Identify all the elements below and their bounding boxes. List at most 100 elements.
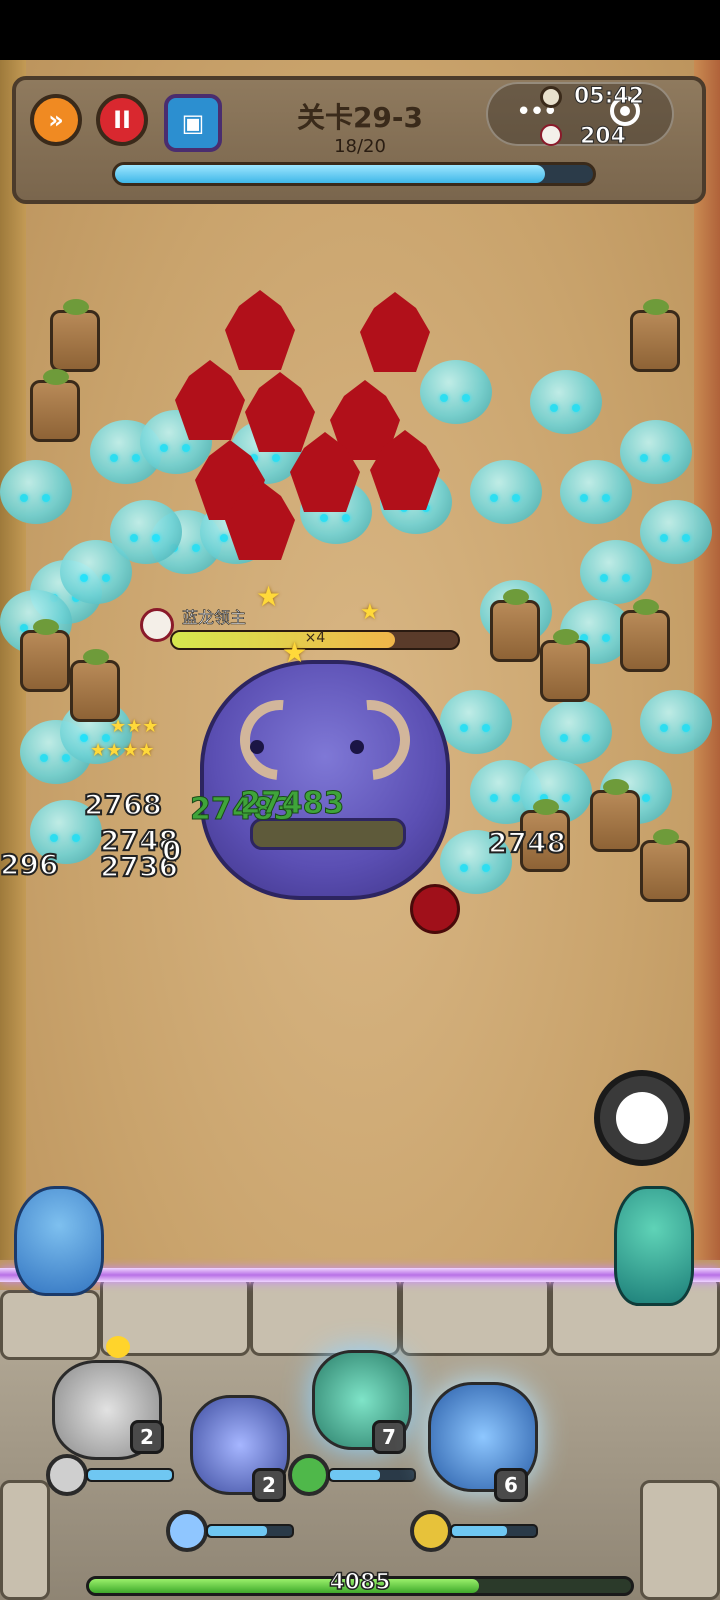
enemy-eye xyxy=(110,454,118,462)
enemy-eye xyxy=(580,494,588,502)
slime-enemy xyxy=(530,370,602,434)
enemy-eye xyxy=(490,794,498,802)
tree-stump-enemy xyxy=(490,589,540,662)
enemy-eye xyxy=(130,534,138,542)
enemy-eye xyxy=(132,454,140,462)
green-damage-number: 27483 xyxy=(239,786,345,822)
base-hp-fill xyxy=(89,1579,479,1593)
timer: 05:42 xyxy=(573,84,645,110)
wall-stone xyxy=(0,1290,100,1360)
joystick-knob[interactable] xyxy=(616,1092,668,1144)
enemy-eye xyxy=(152,534,160,542)
boss-skull-icon xyxy=(140,608,174,642)
enemy-eye xyxy=(50,834,58,842)
tree-stump-enemy xyxy=(640,829,690,902)
hero-level-badge: 2 xyxy=(252,1468,286,1502)
hero-energy-fill xyxy=(330,1470,381,1480)
wall-pillar xyxy=(640,1480,720,1600)
stun-star-icon: ★★★ xyxy=(110,716,159,737)
stun-star-icon: ★ xyxy=(360,600,380,625)
enemy-eye xyxy=(602,634,610,642)
card-icon: ▣ xyxy=(181,109,205,137)
boss-name: 蓝龙领主 xyxy=(182,608,247,628)
enemy-eye xyxy=(80,574,88,582)
base-hp-value: 4085 xyxy=(329,1569,392,1596)
enemy-eye xyxy=(600,574,608,582)
enemy-eye xyxy=(462,394,470,402)
enemy-eye xyxy=(20,494,28,502)
laser-beam xyxy=(0,1268,720,1282)
slime-enemy xyxy=(620,420,692,484)
enemy-eye xyxy=(572,404,580,412)
tree-stump-enemy xyxy=(30,369,80,442)
enemy-eye xyxy=(460,724,468,732)
kill-count: 204 xyxy=(580,124,627,150)
enemy-eye xyxy=(80,734,88,742)
hero-level-badge: 7 xyxy=(372,1420,406,1454)
hero-energy-bar xyxy=(450,1524,538,1538)
slime-enemy xyxy=(470,460,542,524)
hero-energy-bar xyxy=(206,1524,294,1538)
wave-progress-fill xyxy=(115,165,545,183)
ice-crystal-skill-icon xyxy=(166,1510,208,1552)
stun-star-icon: ★ xyxy=(282,636,308,669)
enemy-eye xyxy=(660,724,668,732)
pause-button[interactable]: II xyxy=(96,94,148,146)
enemy-eye xyxy=(622,574,630,582)
enemy-eye xyxy=(512,494,520,502)
enemy-eye xyxy=(562,794,570,802)
damage-number: 2748 xyxy=(487,825,567,860)
enemy-eye xyxy=(40,754,48,762)
lightning-skill-icon xyxy=(410,1510,452,1552)
damage-number: 2768 xyxy=(83,787,163,822)
rock-skill-icon xyxy=(46,1454,88,1496)
hero-energy-fill xyxy=(208,1526,267,1536)
tree-stump-enemy xyxy=(50,299,100,372)
tree-stump-enemy xyxy=(620,599,670,672)
joystick[interactable] xyxy=(594,1070,690,1166)
tree-stump-enemy xyxy=(590,779,640,852)
enemy-eye xyxy=(682,724,690,732)
hero-level-badge: 2 xyxy=(130,1420,164,1454)
tree-stump-enemy xyxy=(630,299,680,372)
blue-dragon-hero[interactable] xyxy=(14,1186,104,1296)
skull-icon xyxy=(540,124,562,146)
enemy-eye xyxy=(512,794,520,802)
fast-forward-icon: » xyxy=(48,106,64,134)
slime-enemy xyxy=(0,460,72,524)
speed-up-button[interactable]: » xyxy=(30,94,82,146)
slime-enemy xyxy=(540,700,612,764)
enemy-eye xyxy=(482,864,490,872)
enemy-eye xyxy=(320,514,328,522)
right-edge-decor xyxy=(694,60,720,1260)
enemy-eye xyxy=(440,394,448,402)
hero-energy-fill xyxy=(88,1470,172,1480)
status-bar xyxy=(0,0,720,60)
slime-enemy xyxy=(420,360,492,424)
enemy-eye xyxy=(582,734,590,742)
enemy-eye xyxy=(560,734,568,742)
clock-icon xyxy=(540,86,562,108)
skill-card-button[interactable]: ▣ xyxy=(164,94,222,152)
slime-enemy xyxy=(560,460,632,524)
slime-enemy xyxy=(110,500,182,564)
slime-enemy xyxy=(640,690,712,754)
pause-icon: II xyxy=(113,106,131,134)
enemy-eye xyxy=(102,574,110,582)
enemy-eye xyxy=(72,834,80,842)
hero-level-badge: 6 xyxy=(494,1468,528,1502)
enemy-eye xyxy=(682,534,690,542)
enemy-eye xyxy=(460,864,468,872)
enemy-eye xyxy=(160,444,168,452)
enemy-eye xyxy=(602,494,610,502)
slime-enemy xyxy=(580,540,652,604)
hero-energy-bar xyxy=(328,1468,416,1482)
level-title: 关卡29-3 xyxy=(296,101,424,134)
boss-blue-dragon-lord xyxy=(200,660,450,900)
wind-hero[interactable] xyxy=(614,1186,694,1306)
enemy-eye xyxy=(642,794,650,802)
wave-count: 18/20 xyxy=(334,136,386,157)
stun-star-icon: ★ xyxy=(256,580,282,613)
enemy-eye xyxy=(640,454,648,462)
hero-energy-fill xyxy=(452,1526,507,1536)
